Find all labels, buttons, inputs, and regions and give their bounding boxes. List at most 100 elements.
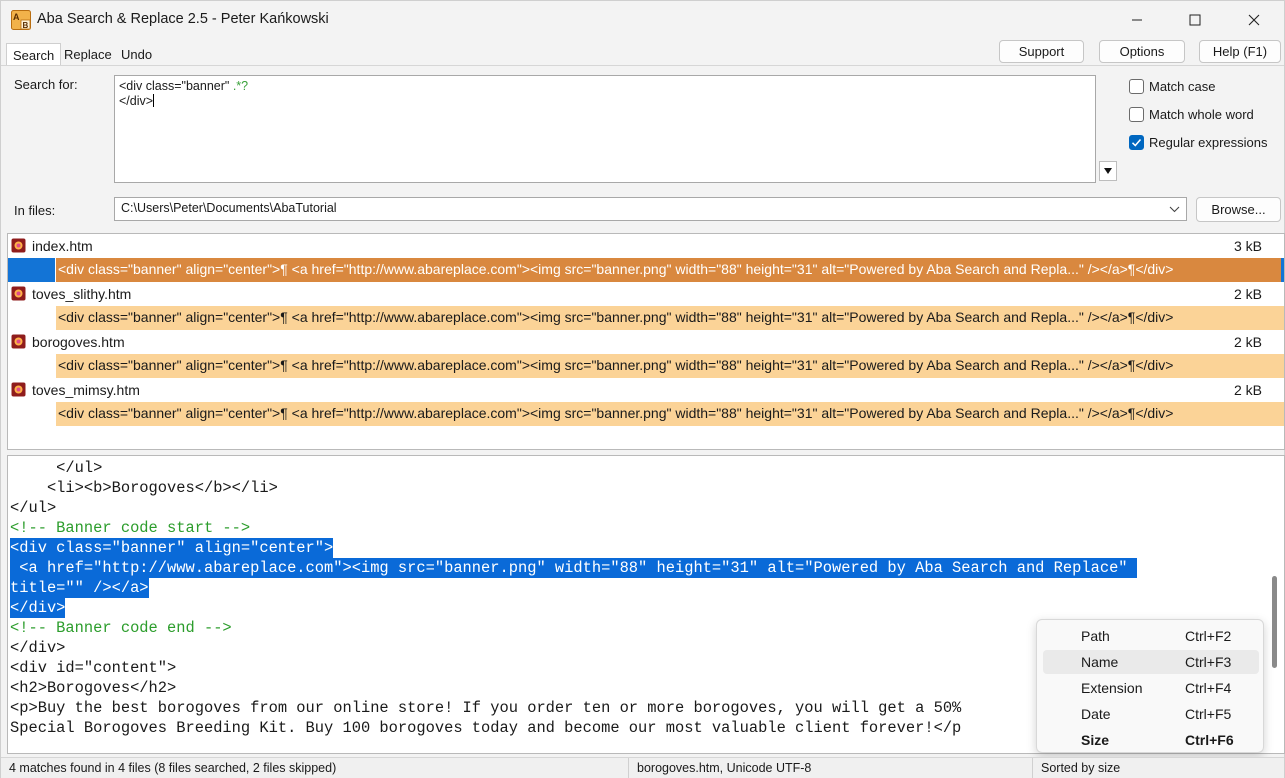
browse-button[interactable]: Browse... [1196,197,1281,222]
triangle-down-icon [1104,168,1112,174]
code-line: <h2>Borogoves</h2> [10,679,177,697]
search-line-1: <div class="banner" .*? [119,79,1091,94]
result-file-name: toves_slithy.htm [32,286,132,302]
window-title: Aba Search & Replace 2.5 - Peter Kańkows… [37,11,329,27]
html-file-icon [11,286,26,301]
checkbox-box-checked [1129,134,1144,150]
whole-word-checkbox[interactable]: Match whole word [1129,105,1285,123]
html-file-icon [11,382,26,397]
regex-checkbox[interactable]: Regular expressions [1129,133,1285,151]
code-line: <li><b>Borogoves</b></li> [10,479,278,497]
files-label: In files: [14,203,56,218]
search-line-2: </div> [119,94,1091,109]
code-line-highlighted: <div class="banner" align="center"> [10,538,334,558]
help-button[interactable]: Help (F1) [1199,40,1281,63]
results-list[interactable]: index.htm 3 kB <div class="banner" align… [7,233,1285,450]
preview-scrollbar-thumb[interactable] [1272,576,1277,668]
search-input[interactable]: <div class="banner" .*? </div> [114,75,1096,183]
result-match-row[interactable]: <div class="banner" align="center">¶ <a … [8,402,1284,426]
regex-label: Regular expressions [1149,134,1268,150]
support-button[interactable]: Support [999,40,1084,63]
html-file-icon [11,238,26,253]
tab-divider [1,65,1284,66]
aba-app-icon: A B [11,10,31,30]
menu-item-sort-path[interactable]: Path Ctrl+F2 [1043,624,1259,648]
code-comment-line: <!-- Banner code end --> [10,619,232,637]
svg-text:A: A [13,12,20,22]
close-button[interactable] [1225,1,1283,39]
result-file-row[interactable]: borogoves.htm 2 kB [8,330,1284,354]
result-match-text: <div class="banner" align="center">¶ <a … [56,258,1284,282]
search-label: Search for: [14,77,78,92]
result-match-text: <div class="banner" align="center">¶ <a … [56,402,1284,426]
html-file-icon [11,334,26,349]
menu-item-shortcut: Ctrl+F6 [1185,732,1234,748]
menu-item-shortcut: Ctrl+F3 [1185,654,1232,670]
result-match-row[interactable]: <div class="banner" align="center">¶ <a … [8,354,1284,378]
search-text-2: </div> [119,94,154,108]
menu-item-label: Path [1081,628,1110,644]
menu-item-shortcut: Ctrl+F5 [1185,706,1232,722]
result-file-name: index.htm [32,238,93,254]
whole-word-label: Match whole word [1149,106,1254,122]
result-file-name: toves_mimsy.htm [32,382,140,398]
menu-item-label: Extension [1081,680,1143,696]
tab-undo[interactable]: Undo [115,43,158,65]
code-line: <div id="content"> [10,659,177,677]
result-file-size: 2 kB [1233,286,1262,302]
result-match-text: <div class="banner" align="center">¶ <a … [56,354,1284,378]
menu-item-label: Date [1081,706,1111,722]
search-history-button[interactable] [1099,161,1117,181]
code-line-highlighted: title="" /></a> [10,578,149,598]
title-bar[interactable]: A B Aba Search & Replace 2.5 - Peter Kań… [1,1,1284,39]
code-line: </ul> [10,459,103,477]
files-path-input[interactable]: C:\Users\Peter\Documents\AbaTutorial [114,197,1187,221]
options-button[interactable]: Options [1099,40,1185,63]
menu-item-sort-extension[interactable]: Extension Ctrl+F4 [1043,676,1259,700]
result-match-row[interactable]: <div class="banner" align="center">¶ <a … [8,306,1284,330]
result-match-text: <div class="banner" align="center">¶ <a … [56,306,1284,330]
tab-replace[interactable]: Replace [58,43,118,65]
result-file-row[interactable]: index.htm 3 kB [8,234,1284,258]
chevron-down-icon [1169,206,1179,212]
menu-item-label: Size [1081,732,1110,748]
menu-item-sort-date[interactable]: Date Ctrl+F5 [1043,702,1259,726]
code-comment-line: <!-- Banner code start --> [10,519,251,537]
menu-item-label: Name [1081,654,1119,670]
minimize-button[interactable] [1108,1,1166,39]
checkmark-icon [1131,138,1142,147]
result-file-row[interactable]: toves_mimsy.htm 2 kB [8,378,1284,402]
checkbox-box [1129,106,1144,122]
maximize-icon [1189,14,1201,26]
menu-item-shortcut: Ctrl+F2 [1185,628,1232,644]
result-file-size: 2 kB [1233,382,1262,398]
text-caret [153,94,155,107]
code-line: Special Borogoves Breeding Kit. Buy 100 … [10,719,962,737]
code-line-highlighted: </div> [10,598,66,618]
search-regex: .*? [232,79,249,93]
svg-text:B: B [23,21,29,30]
result-file-row[interactable]: toves_slithy.htm 2 kB [8,282,1284,306]
status-bar: 4 matches found in 4 files (8 files sear… [1,757,1284,778]
minimize-icon [1132,19,1142,21]
tab-search[interactable]: Search [6,43,62,66]
status-file-info: borogoves.htm, Unicode UTF-8 [629,758,1033,778]
menu-item-sort-name[interactable]: Name Ctrl+F3 [1043,650,1259,674]
code-line: </ul> [10,499,57,517]
selection-marker [8,258,55,282]
code-line: </div> [10,639,66,657]
result-match-row[interactable]: <div class="banner" align="center">¶ <a … [8,258,1284,282]
status-match-count: 4 matches found in 4 files (8 files sear… [1,758,629,778]
files-dropdown-button[interactable] [1167,202,1181,216]
status-sort-order[interactable]: Sorted by size [1033,758,1284,778]
maximize-button[interactable] [1166,1,1224,39]
menu-item-sort-size[interactable]: Size Ctrl+F6 [1043,728,1259,752]
close-icon [1248,14,1260,26]
sort-context-menu: Path Ctrl+F2 Name Ctrl+F3 Extension Ctrl… [1036,619,1264,753]
result-file-size: 2 kB [1233,334,1262,350]
match-case-checkbox[interactable]: Match case [1129,77,1285,95]
result-file-name: borogoves.htm [32,334,125,350]
menu-item-shortcut: Ctrl+F4 [1185,680,1232,696]
search-text: <div class="banner" [119,79,233,93]
checkbox-box [1129,78,1144,94]
